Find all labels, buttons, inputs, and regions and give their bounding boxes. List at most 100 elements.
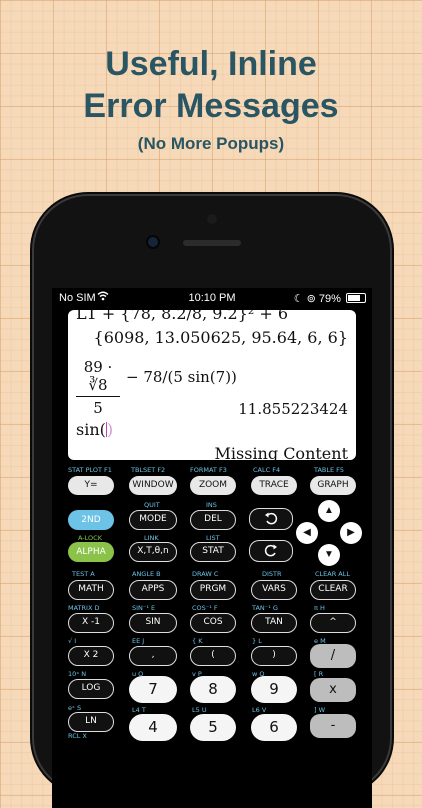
headline-subtitle: (No More Popups) [137, 134, 285, 153]
calculator-display[interactable]: L1 + {78, 8.2/8, 9.2}² + 6 {6098, 13.050… [68, 310, 356, 460]
label-list: LIST [206, 534, 220, 542]
digit-9-button[interactable]: 9 [251, 676, 297, 703]
status-right: ☾ ⊚ 79% [294, 292, 366, 305]
trace-button[interactable]: TRACE [251, 476, 297, 495]
label-tblset: TBLSET F2 [131, 466, 166, 474]
caret-button[interactable]: ^ [310, 613, 356, 633]
label-right-bracket: ] W [314, 706, 326, 714]
moon-icon: ☾ [293, 293, 304, 305]
fraction-denominator: 5 [93, 399, 103, 417]
arrow-down-icon[interactable]: ▼ [318, 544, 340, 566]
front-camera-icon [148, 237, 158, 247]
vars-button[interactable]: VARS [251, 580, 297, 600]
label-right-brace: } L [252, 637, 262, 645]
phone-screen: No SIM 10:10 PM ☾ ⊚ 79% L1 + {78, 8.2/8,… [52, 288, 372, 808]
multiply-button[interactable]: x [310, 678, 356, 702]
comma-button[interactable]: , [129, 646, 177, 666]
label-ee: EE J [132, 637, 145, 645]
label-draw: DRAW C [192, 570, 219, 578]
label-ins: INS [206, 501, 217, 509]
x-squared-button[interactable]: X 2 [68, 646, 114, 666]
arrow-right-icon[interactable]: ▶ [340, 522, 362, 544]
divide-button[interactable]: / [310, 644, 356, 668]
history-result-1: {6098, 13.050625, 95.64, 6, 6} [93, 328, 348, 347]
digit-6-button[interactable]: 6 [251, 714, 297, 741]
label-format: FORMAT F3 [190, 466, 227, 474]
battery-icon [346, 293, 366, 303]
mode-button[interactable]: MODE [129, 510, 177, 530]
undo-button[interactable] [249, 508, 293, 530]
input-close-paren: ) [106, 420, 114, 439]
label-distr: DISTR [262, 570, 282, 578]
label-left-brace: { K [192, 637, 203, 645]
arrow-left-icon[interactable]: ◀ [296, 522, 318, 544]
prgm-button[interactable]: PRGM [190, 580, 236, 600]
digit-8-button[interactable]: 8 [190, 676, 236, 703]
apps-button[interactable]: APPS [129, 580, 177, 600]
label-l6: L6 V [252, 706, 267, 714]
label-clear-all: CLEAR ALL [315, 570, 350, 578]
clear-button[interactable]: CLEAR [310, 580, 356, 600]
left-paren-button[interactable]: ( [190, 646, 236, 666]
stat-button[interactable]: STAT [190, 542, 236, 562]
label-test: TEST A [72, 570, 95, 578]
log-button[interactable]: LOG [68, 679, 114, 699]
graph-button[interactable]: GRAPH [310, 476, 356, 495]
label-pi: π H [314, 604, 325, 612]
history-expression-1: L1 + {78, 8.2/8, 9.2}² + 6 [76, 310, 289, 323]
fraction-numerator: 89 · ∛8 [76, 358, 120, 397]
label-table: TABLE F5 [314, 466, 345, 474]
tan-button[interactable]: TAN [251, 613, 297, 633]
label-tan-inverse: TAN⁻¹ G [252, 604, 278, 612]
input-line[interactable]: sin() [76, 420, 113, 439]
label-left-bracket: [ R [314, 670, 324, 678]
sin-button[interactable]: SIN [129, 613, 177, 633]
del-button[interactable]: DEL [190, 510, 236, 530]
history-expression-2: − 78/(5 sin(7)) [126, 368, 237, 386]
label-l4: L4 T [132, 706, 146, 714]
xt-theta-n-button[interactable]: X,T,θ,n [129, 542, 177, 562]
zoom-button[interactable]: ZOOM [190, 476, 236, 495]
y-equals-button[interactable]: Y= [68, 476, 114, 495]
input-text: sin( [76, 420, 106, 439]
undo-icon [265, 512, 278, 525]
label-cos-inverse: COS⁻¹ F [192, 604, 218, 612]
label-link: LINK [144, 534, 159, 542]
digit-4-button[interactable]: 4 [129, 714, 177, 741]
direction-pad: ▲ ◀ ▶ ▼ [296, 500, 362, 566]
rotation-lock-icon: ⊚ [306, 293, 316, 305]
label-a-lock: A-LOCK [78, 534, 102, 542]
fraction: 89 · ∛8 5 [76, 358, 120, 417]
phone-frame: No SIM 10:10 PM ☾ ⊚ 79% L1 + {78, 8.2/8,… [32, 194, 392, 808]
label-stat-plot: STAT PLOT F1 [68, 466, 112, 474]
digit-7-button[interactable]: 7 [129, 676, 177, 703]
history-result-2: 11.855223424 [238, 400, 348, 418]
math-button[interactable]: MATH [68, 580, 114, 600]
right-paren-button[interactable]: ) [251, 646, 297, 666]
second-button[interactable]: 2ND [68, 510, 114, 530]
digit-5-button[interactable]: 5 [190, 714, 236, 741]
label-ten-x: 10ˣ N [68, 670, 87, 678]
arrow-up-icon[interactable]: ▲ [318, 500, 340, 522]
redo-icon [264, 544, 277, 557]
label-matrix: MATRIX D [68, 604, 100, 612]
headline-line-1: Useful, Inline [105, 45, 317, 83]
label-e-x: eˣ S [68, 704, 82, 712]
minus-button[interactable]: - [310, 714, 356, 738]
label-angle: ANGLE B [132, 570, 161, 578]
error-message: Missing Content [214, 444, 348, 460]
label-sqrt: √ I [68, 637, 77, 645]
label-sin-inverse: SIN⁻¹ E [132, 604, 156, 612]
cos-button[interactable]: COS [190, 613, 236, 633]
label-l5: L5 U [192, 706, 207, 714]
window-button[interactable]: WINDOW [129, 476, 177, 495]
ln-button[interactable]: LN [68, 712, 114, 732]
alpha-button[interactable]: ALPHA [68, 542, 114, 562]
label-calc: CALC F4 [253, 466, 281, 474]
headline-line-2: Error Messages [83, 87, 339, 125]
status-bar: No SIM 10:10 PM ☾ ⊚ 79% [52, 288, 372, 308]
x-inverse-button[interactable]: X -1 [68, 613, 114, 633]
label-quit: QUIT [144, 501, 160, 509]
redo-button[interactable] [249, 540, 293, 562]
label-rcl: RCL X [68, 732, 87, 740]
